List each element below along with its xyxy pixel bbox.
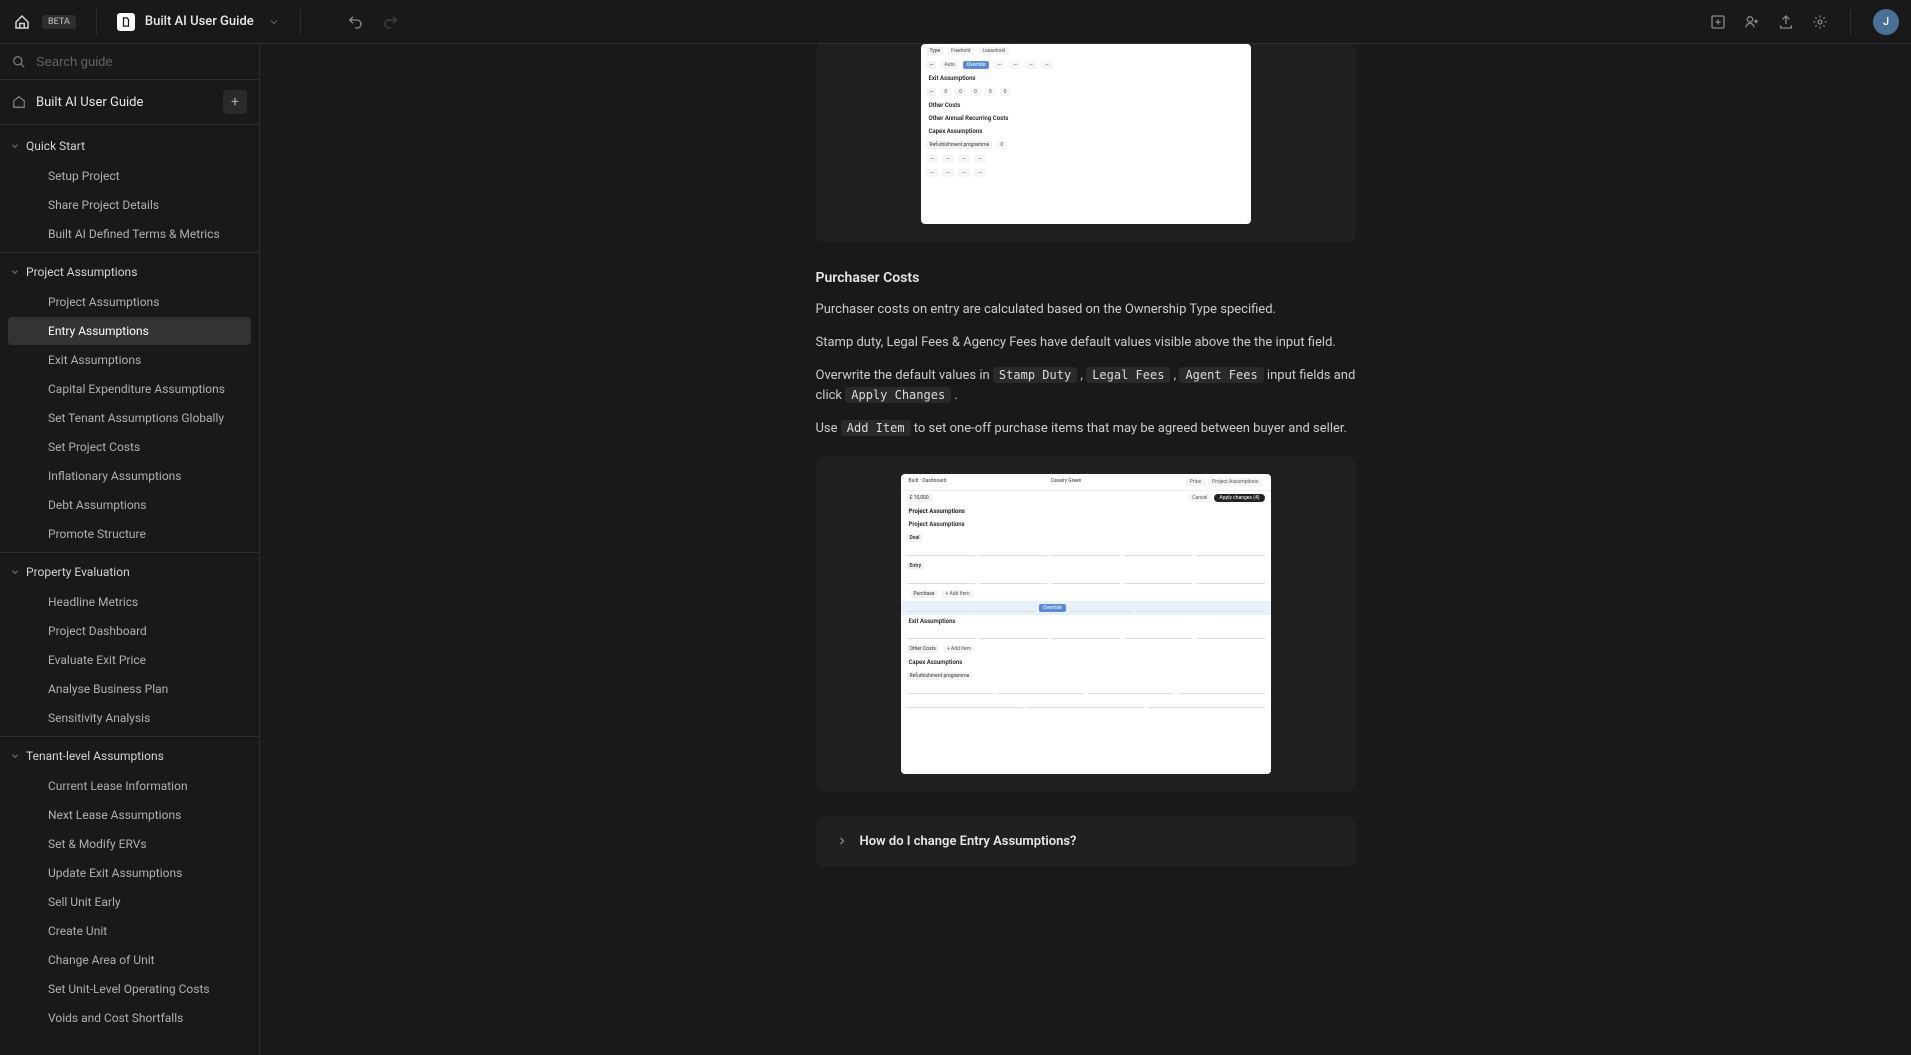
nav-item[interactable]: Analyse Business Plan — [8, 675, 251, 703]
code-legal-fees: Legal Fees — [1086, 367, 1170, 383]
topbar-left: BETA Built AI User Guide — [12, 8, 405, 36]
nav-item[interactable]: Update Exit Assumptions — [8, 859, 251, 887]
nav-item[interactable]: Entry Assumptions — [8, 317, 251, 345]
chevron-right-icon — [836, 835, 848, 847]
nav-item[interactable]: Sell Unit Early — [8, 888, 251, 916]
screenshot-container-2: Built · Dashboard Cavalry Green PricePro… — [816, 456, 1356, 792]
nav-section-label: Tenant-level Assumptions — [26, 749, 164, 763]
topbar: BETA Built AI User Guide — [0, 0, 1911, 44]
nav-section[interactable]: Quick Start — [0, 131, 259, 161]
nav-section[interactable]: Tenant-level Assumptions — [0, 741, 259, 771]
nav-item[interactable]: Set Tenant Assumptions Globally — [8, 404, 251, 432]
nav-item[interactable]: Promote Structure — [8, 520, 251, 548]
nav-item[interactable]: Sensitivity Analysis — [8, 704, 251, 732]
nav-item[interactable]: Debt Assumptions — [8, 491, 251, 519]
text: . — [951, 388, 958, 403]
nav-item[interactable]: Inflationary Assumptions — [8, 462, 251, 490]
add-page-button[interactable]: + — [223, 90, 247, 114]
history-buttons — [341, 8, 405, 36]
search-input[interactable] — [36, 54, 247, 69]
nav-divider — [0, 552, 259, 553]
heading-purchaser-costs: Purchaser Costs — [816, 270, 1356, 286]
guide-title-row: Built AI User Guide + — [0, 80, 259, 125]
text: , — [1077, 368, 1086, 383]
chevron-down-icon — [10, 267, 20, 277]
nav-item[interactable]: Project Assumptions — [8, 288, 251, 316]
nav-item[interactable]: Built AI Defined Terms & Metrics — [8, 220, 251, 248]
search-row — [0, 44, 259, 80]
nav-section-label: Quick Start — [26, 139, 85, 153]
paragraph-4: Use Add Item to set one-off purchase ite… — [816, 419, 1356, 440]
chevron-down-icon — [10, 751, 20, 761]
nav-item[interactable]: Change Area of Unit — [8, 946, 251, 974]
accordion-entry-assumptions[interactable]: How do I change Entry Assumptions? — [816, 816, 1356, 867]
guide-title[interactable]: Built AI User Guide — [36, 95, 213, 110]
nav-section-label: Project Assumptions — [26, 265, 137, 279]
share-button[interactable] — [1738, 8, 1766, 36]
text: to set one-off purchase items that may b… — [911, 421, 1347, 436]
nav-divider — [0, 736, 259, 737]
nav-section-label: Property Evaluation — [26, 565, 130, 579]
add-panel-button[interactable] — [1704, 8, 1732, 36]
text: Overwrite the default values in — [816, 368, 993, 383]
undo-button[interactable] — [341, 8, 369, 36]
nav: Quick Start Setup ProjectShare Project De… — [0, 125, 259, 1055]
export-button[interactable] — [1772, 8, 1800, 36]
divider — [300, 9, 301, 35]
screenshot-1: TypeFreeholdLeasehold —AutoOverride———— … — [921, 44, 1251, 224]
nav-item[interactable]: Evaluate Exit Price — [8, 646, 251, 674]
paragraph-3: Overwrite the default values in Stamp Du… — [816, 366, 1356, 408]
nav-item[interactable]: Capital Expenditure Assumptions — [8, 375, 251, 403]
nav-section[interactable]: Property Evaluation — [0, 557, 259, 587]
accordion-title: How do I change Entry Assumptions? — [860, 834, 1077, 849]
beta-badge: BETA — [42, 15, 76, 29]
search-icon — [12, 55, 26, 69]
nav-item[interactable]: Project Dashboard — [8, 617, 251, 645]
main: Built AI User Guide + Quick Start Setup P… — [0, 44, 1911, 1055]
nav-item[interactable]: Set Unit-Level Operating Costs — [8, 975, 251, 1003]
text: Use — [816, 421, 841, 436]
doc-icon — [117, 13, 135, 31]
article: TypeFreeholdLeasehold —AutoOverride———— … — [796, 44, 1376, 995]
nav-divider — [0, 252, 259, 253]
doc-title: Built AI User Guide — [145, 14, 254, 29]
chevron-down-icon — [10, 141, 20, 151]
code-agent-fees: Agent Fees — [1179, 367, 1263, 383]
nav-item[interactable]: Share Project Details — [8, 191, 251, 219]
nav-item[interactable]: Next Lease Assumptions — [8, 801, 251, 829]
sidebar: Built AI User Guide + Quick Start Setup P… — [0, 44, 260, 1055]
chevron-down-icon[interactable] — [268, 16, 280, 28]
nav-item[interactable]: Set Project Costs — [8, 433, 251, 461]
code-apply-changes: Apply Changes — [845, 387, 951, 403]
divider — [1850, 9, 1851, 35]
nav-item[interactable]: Set & Modify ERVs — [8, 830, 251, 858]
content-area: TypeFreeholdLeasehold —AutoOverride———— … — [260, 44, 1911, 1055]
topbar-right: J — [1704, 8, 1899, 36]
screenshot-container-1: TypeFreeholdLeasehold —AutoOverride———— … — [816, 44, 1356, 242]
nav-item[interactable]: Create Unit — [8, 917, 251, 945]
settings-button[interactable] — [1806, 8, 1834, 36]
nav-item[interactable]: Headline Metrics — [8, 588, 251, 616]
nav-item[interactable]: Current Lease Information — [8, 772, 251, 800]
paragraph-2: Stamp duty, Legal Fees & Agency Fees hav… — [816, 333, 1356, 354]
code-add-item: Add Item — [841, 420, 911, 436]
paragraph-1: Purchaser costs on entry are calculated … — [816, 300, 1356, 321]
code-stamp-duty: Stamp Duty — [993, 367, 1077, 383]
home-icon — [12, 95, 26, 109]
redo-button[interactable] — [377, 8, 405, 36]
nav-section[interactable]: Project Assumptions — [0, 257, 259, 287]
nav-item[interactable]: Setup Project — [8, 162, 251, 190]
nav-item[interactable]: Voids and Cost Shortfalls — [8, 1004, 251, 1032]
screenshot-2: Built · Dashboard Cavalry Green PricePro… — [901, 474, 1271, 774]
app-logo-icon[interactable] — [12, 12, 32, 32]
nav-item[interactable]: Exit Assumptions — [8, 346, 251, 374]
chevron-down-icon — [10, 567, 20, 577]
divider — [96, 9, 97, 35]
user-avatar[interactable]: J — [1873, 9, 1899, 35]
